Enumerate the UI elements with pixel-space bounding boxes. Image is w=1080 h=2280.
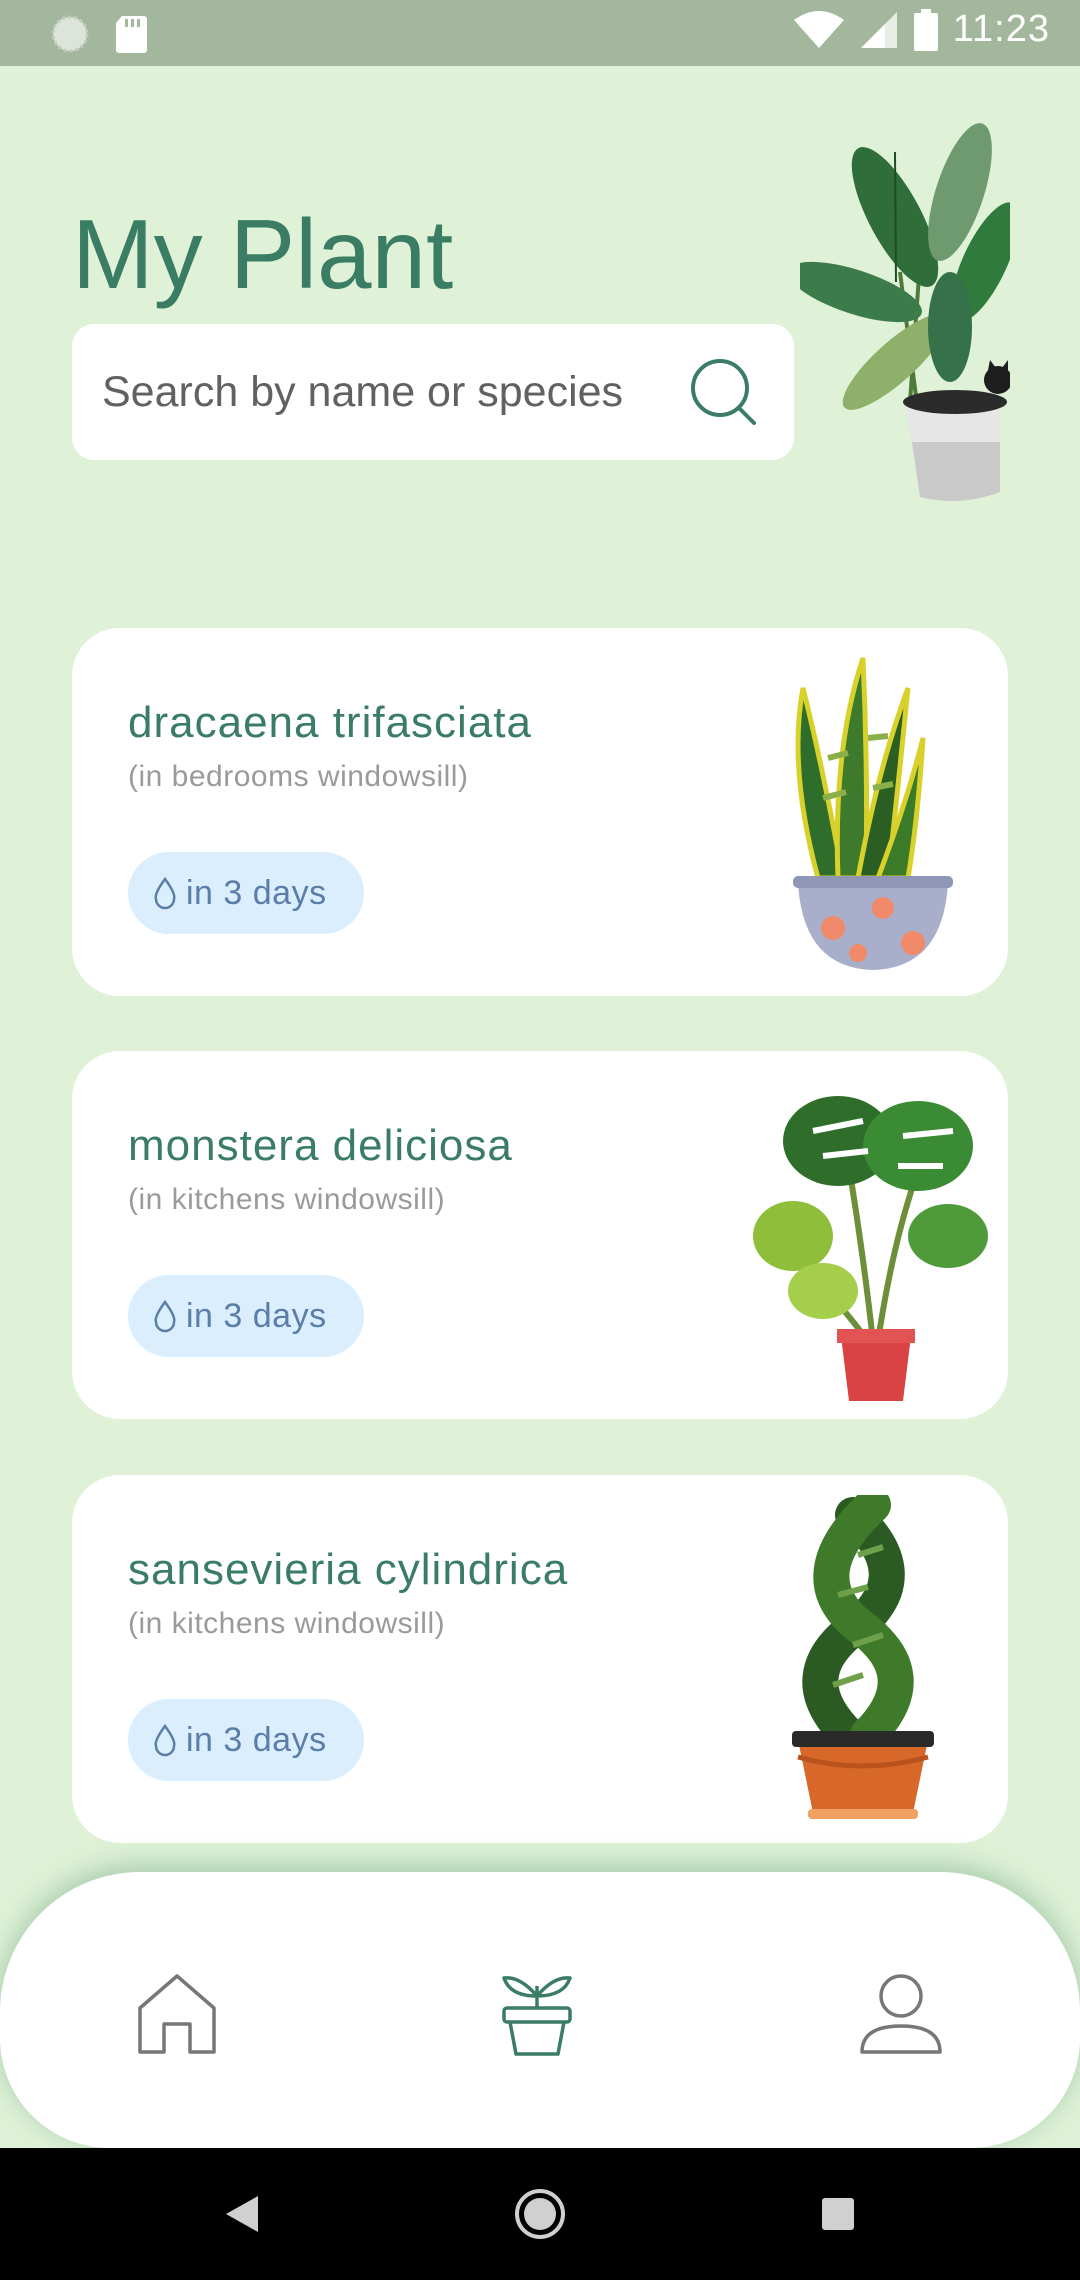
- water-schedule-label: in 3 days: [186, 1720, 327, 1759]
- water-drop-icon: [154, 1723, 176, 1757]
- water-schedule-chip: in 3 days: [128, 1275, 364, 1357]
- system-navigation-bar: [0, 2148, 1080, 2280]
- recents-icon[interactable]: [820, 2196, 856, 2232]
- plant-card[interactable]: sansevieria cylindrica (in kitchens wind…: [72, 1475, 1008, 1843]
- water-schedule-chip: in 3 days: [128, 852, 364, 934]
- profile-icon[interactable]: [856, 1968, 946, 2058]
- water-schedule-label: in 3 days: [186, 1296, 327, 1335]
- plant-name: sansevieria cylindrica: [128, 1545, 569, 1594]
- monstera-illustration: [753, 1096, 988, 1401]
- water-schedule-chip: in 3 days: [128, 1699, 364, 1781]
- plant-name: dracaena trifasciata: [128, 698, 532, 747]
- status-time: 11:23: [952, 8, 1050, 50]
- notification-icon: [51, 15, 89, 53]
- water-schedule-label: in 3 days: [186, 873, 327, 912]
- page-title: My Plant: [72, 199, 454, 309]
- snake-plant-illustration: [793, 657, 953, 970]
- sd-card-icon: [116, 16, 147, 53]
- wifi-icon: [793, 10, 844, 48]
- plant-location: (in kitchens windowsill): [128, 1607, 446, 1640]
- plant-name: monstera deliciosa: [128, 1121, 513, 1170]
- plant-card[interactable]: dracaena trifasciata (in bedrooms window…: [72, 628, 1008, 996]
- plant-pot-icon[interactable]: [492, 1968, 582, 2058]
- plant-location: (in kitchens windowsill): [128, 1183, 446, 1216]
- home-icon[interactable]: [132, 1968, 222, 2058]
- search-input[interactable]: [100, 366, 674, 418]
- battery-icon: [913, 8, 938, 51]
- status-bar: 11:23: [0, 0, 1080, 66]
- water-drop-icon: [154, 1299, 176, 1333]
- braided-sansevieria-illustration: [792, 1495, 934, 1819]
- header-plant-illustration: [800, 123, 1010, 501]
- plant-card[interactable]: monstera deliciosa (in kitchens windowsi…: [72, 1051, 1008, 1419]
- home-button-icon[interactable]: [514, 2188, 566, 2240]
- search-icon[interactable]: [688, 354, 764, 430]
- bottom-navigation: [0, 1872, 1080, 2148]
- signal-icon: [860, 11, 897, 48]
- plant-location: (in bedrooms windowsill): [128, 760, 469, 793]
- search-box[interactable]: [72, 324, 794, 460]
- back-icon[interactable]: [224, 2194, 260, 2234]
- water-drop-icon: [154, 876, 176, 910]
